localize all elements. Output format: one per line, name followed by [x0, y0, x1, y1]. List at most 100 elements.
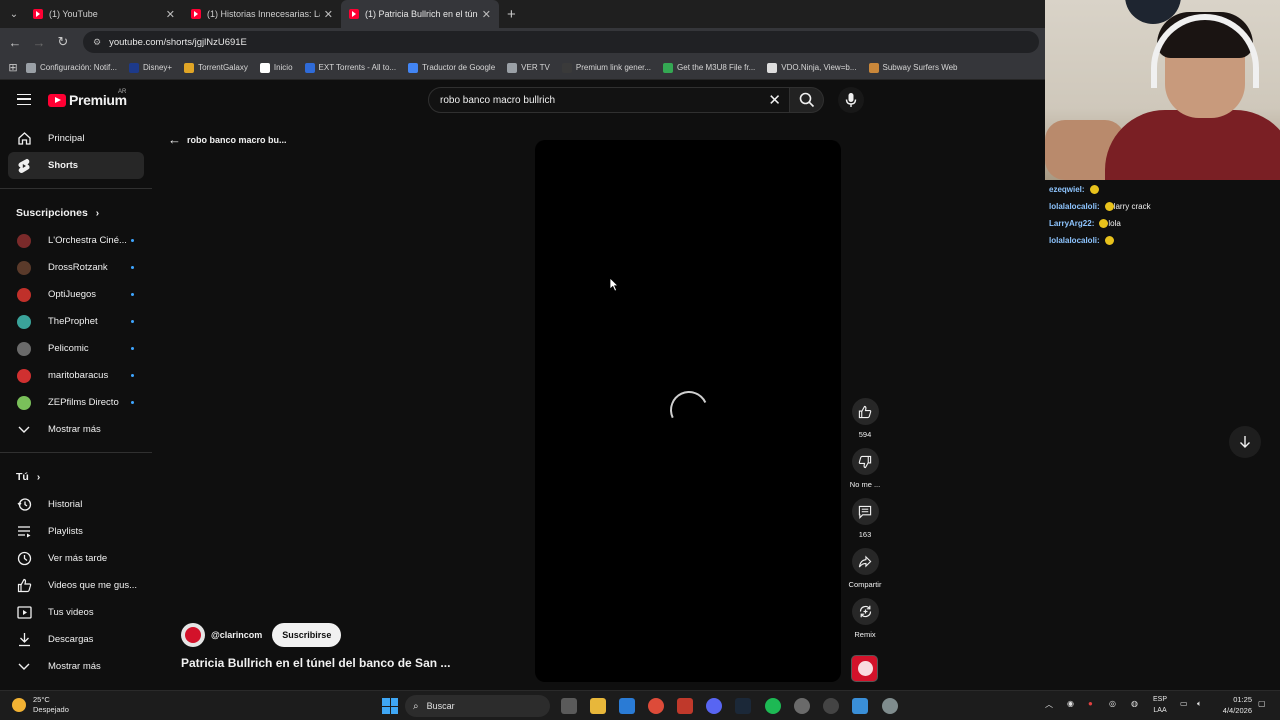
browser-tab[interactable]: (1) YouTube ✕	[25, 0, 183, 28]
system-clock[interactable]: 01:25 4/4/2026	[1216, 694, 1252, 716]
bookmark-item[interactable]: Configuración: Notif...	[26, 62, 117, 73]
sidebar-item-principal[interactable]: Principal	[8, 125, 144, 152]
close-tab-icon[interactable]: ✕	[324, 8, 333, 21]
sidebar-item-liked-videos[interactable]: Videos que me gus...	[8, 572, 144, 599]
close-tab-icon[interactable]: ✕	[482, 8, 491, 21]
sidebar-item-subscription[interactable]: Pelicomic	[8, 335, 144, 362]
share-button[interactable]	[851, 548, 879, 575]
sidebar-item-descargas[interactable]: Descargas	[8, 626, 144, 653]
sidebar-item-playlists[interactable]: Playlists	[8, 518, 144, 545]
search-input[interactable]: robo banco macro bullrich ✕	[428, 87, 790, 113]
sidebar-item-subscription[interactable]: maritobaracus	[8, 362, 144, 389]
network-tray-icon[interactable]: ◍	[1131, 699, 1138, 708]
show-more-you[interactable]: Mostrar más	[8, 653, 144, 680]
steam-tray-icon[interactable]: ◉	[1067, 699, 1074, 708]
start-button[interactable]	[382, 698, 398, 714]
url-text: youtube.com/shorts/jgjlNzU691E	[109, 36, 247, 48]
chat-username: LarryArg22:	[1049, 219, 1095, 228]
sidebar-item-ver-mas-tarde[interactable]: Ver más tarde	[8, 545, 144, 572]
sidebar-item-subscription[interactable]: TheProphet	[8, 308, 144, 335]
forward-arrow-icon[interactable]: →	[27, 35, 51, 50]
discord-tray-icon[interactable]: ◎	[1109, 699, 1116, 708]
clear-search-icon[interactable]: ✕	[768, 91, 781, 109]
you-heading[interactable]: Tú ›	[0, 463, 152, 491]
obs-icon[interactable]	[823, 698, 839, 714]
comments-button[interactable]	[851, 498, 879, 525]
sidebar-item-label: Tus videos	[48, 607, 94, 618]
bookmark-label: Traductor de Google	[422, 63, 496, 72]
country-code: AR	[118, 89, 127, 95]
menu-icon[interactable]	[17, 94, 31, 105]
video-title[interactable]: Patricia Bullrich en el túnel del banco …	[181, 656, 450, 670]
record-tray-icon[interactable]: ●	[1088, 699, 1093, 708]
ccleaner-icon[interactable]	[794, 698, 810, 714]
volume-icon[interactable]: 🔈︎	[1197, 699, 1202, 709]
bookmark-item[interactable]: Premium link gener...	[561, 62, 651, 73]
next-short-button[interactable]	[1229, 426, 1261, 458]
bookmark-item[interactable]: Subway Surfers Web	[868, 62, 958, 73]
audio-source-thumbnail[interactable]	[851, 655, 878, 682]
sidebar-item-historial[interactable]: Historial	[8, 491, 144, 518]
weather-widget[interactable]: 25°C Despejado	[12, 695, 69, 715]
steam-icon[interactable]	[735, 698, 751, 714]
search-button[interactable]	[790, 87, 824, 113]
sidebar-item-label: Ver más tarde	[48, 553, 108, 564]
sidebar-item-subscription[interactable]: L'Orchestra Ciné...	[8, 227, 144, 254]
browser-tab-active[interactable]: (1) Patricia Bullrich en el túnel d ✕	[341, 0, 499, 28]
chat-username: ezeqwiel:	[1049, 185, 1085, 194]
youtube-premium-logo[interactable]: Premium	[48, 92, 127, 108]
weather-moon-icon	[12, 698, 26, 712]
channel-avatar[interactable]	[181, 623, 205, 647]
playlists-icon	[16, 524, 32, 540]
bookmark-item[interactable]: EXT Torrents - All to...	[304, 62, 396, 73]
site-info-icon[interactable]: ⚙	[93, 37, 101, 48]
display-icon[interactable]: ▭	[1180, 699, 1188, 708]
settings-gear-icon[interactable]	[882, 698, 898, 714]
notifications-icon[interactable]: ▢	[1258, 699, 1266, 708]
bookmark-item[interactable]: VER TV	[507, 62, 550, 73]
back-arrow-icon[interactable]: ←	[3, 35, 27, 50]
task-view-icon[interactable]	[561, 698, 577, 714]
youtube-header: Premium AR robo banco macro bullrich ✕	[0, 80, 1045, 120]
subscribe-button[interactable]: Suscribirse	[272, 623, 342, 647]
apps-grid-icon[interactable]: ⊞	[0, 61, 26, 74]
new-tab-icon[interactable]: +	[507, 6, 516, 23]
like-button[interactable]	[851, 398, 879, 425]
microphone-icon	[845, 93, 857, 107]
language-indicator[interactable]: ESP LAA	[1153, 694, 1167, 716]
url-input[interactable]: ⚙ youtube.com/shorts/jgjlNzU691E	[83, 31, 1039, 53]
discord-icon[interactable]	[706, 698, 722, 714]
media-app-icon[interactable]	[677, 698, 693, 714]
tab-search-dropdown[interactable]: ⌄	[3, 4, 25, 24]
bookmark-item[interactable]: Inicio	[259, 62, 293, 73]
chrome-icon[interactable]	[648, 698, 664, 714]
sidebar-item-subscription[interactable]: OptiJuegos	[8, 281, 144, 308]
photos-app-icon[interactable]	[619, 698, 635, 714]
notepad-icon[interactable]	[852, 698, 868, 714]
file-explorer-icon[interactable]	[590, 698, 606, 714]
remix-button[interactable]	[851, 598, 879, 625]
bookmark-item[interactable]: Disney+	[128, 62, 172, 73]
spotify-icon[interactable]	[765, 698, 781, 714]
show-more-subscriptions[interactable]: Mostrar más	[8, 416, 144, 443]
sidebar-item-shorts[interactable]: Shorts	[8, 152, 144, 179]
subscriptions-heading[interactable]: Suscripciones ›	[0, 199, 152, 227]
browser-tab[interactable]: (1) Historias Innecesarias: La Hi ✕	[183, 0, 341, 28]
address-bar: ← → ↻ ⚙ youtube.com/shorts/jgjlNzU691E	[0, 28, 1045, 56]
bookmark-item[interactable]: VDO.Ninja, View=b...	[767, 62, 857, 73]
channel-handle[interactable]: @clarincom	[211, 630, 262, 640]
back-to-search-button[interactable]: ← robo banco macro bu...	[168, 132, 287, 147]
bookmark-item[interactable]: TorrentGalaxy	[184, 62, 248, 73]
reload-icon[interactable]: ↻	[51, 34, 75, 50]
voice-search-button[interactable]	[838, 87, 864, 113]
chevron-up-icon[interactable]: ︿	[1045, 699, 1053, 710]
close-tab-icon[interactable]: ✕	[166, 8, 175, 21]
dislike-button[interactable]	[851, 448, 879, 475]
sidebar-item-tus-videos[interactable]: Tus videos	[8, 599, 144, 626]
sidebar-item-label: Pelicomic	[48, 343, 89, 354]
bookmark-item[interactable]: Traductor de Google	[408, 62, 496, 73]
bookmark-item[interactable]: Get the M3U8 File fr...	[663, 62, 755, 73]
sidebar-item-subscription[interactable]: DrossRotzank	[8, 254, 144, 281]
sidebar-item-subscription[interactable]: ZEPfilms Directo	[8, 389, 144, 416]
taskbar-search[interactable]: ⌕ Buscar	[405, 695, 550, 717]
